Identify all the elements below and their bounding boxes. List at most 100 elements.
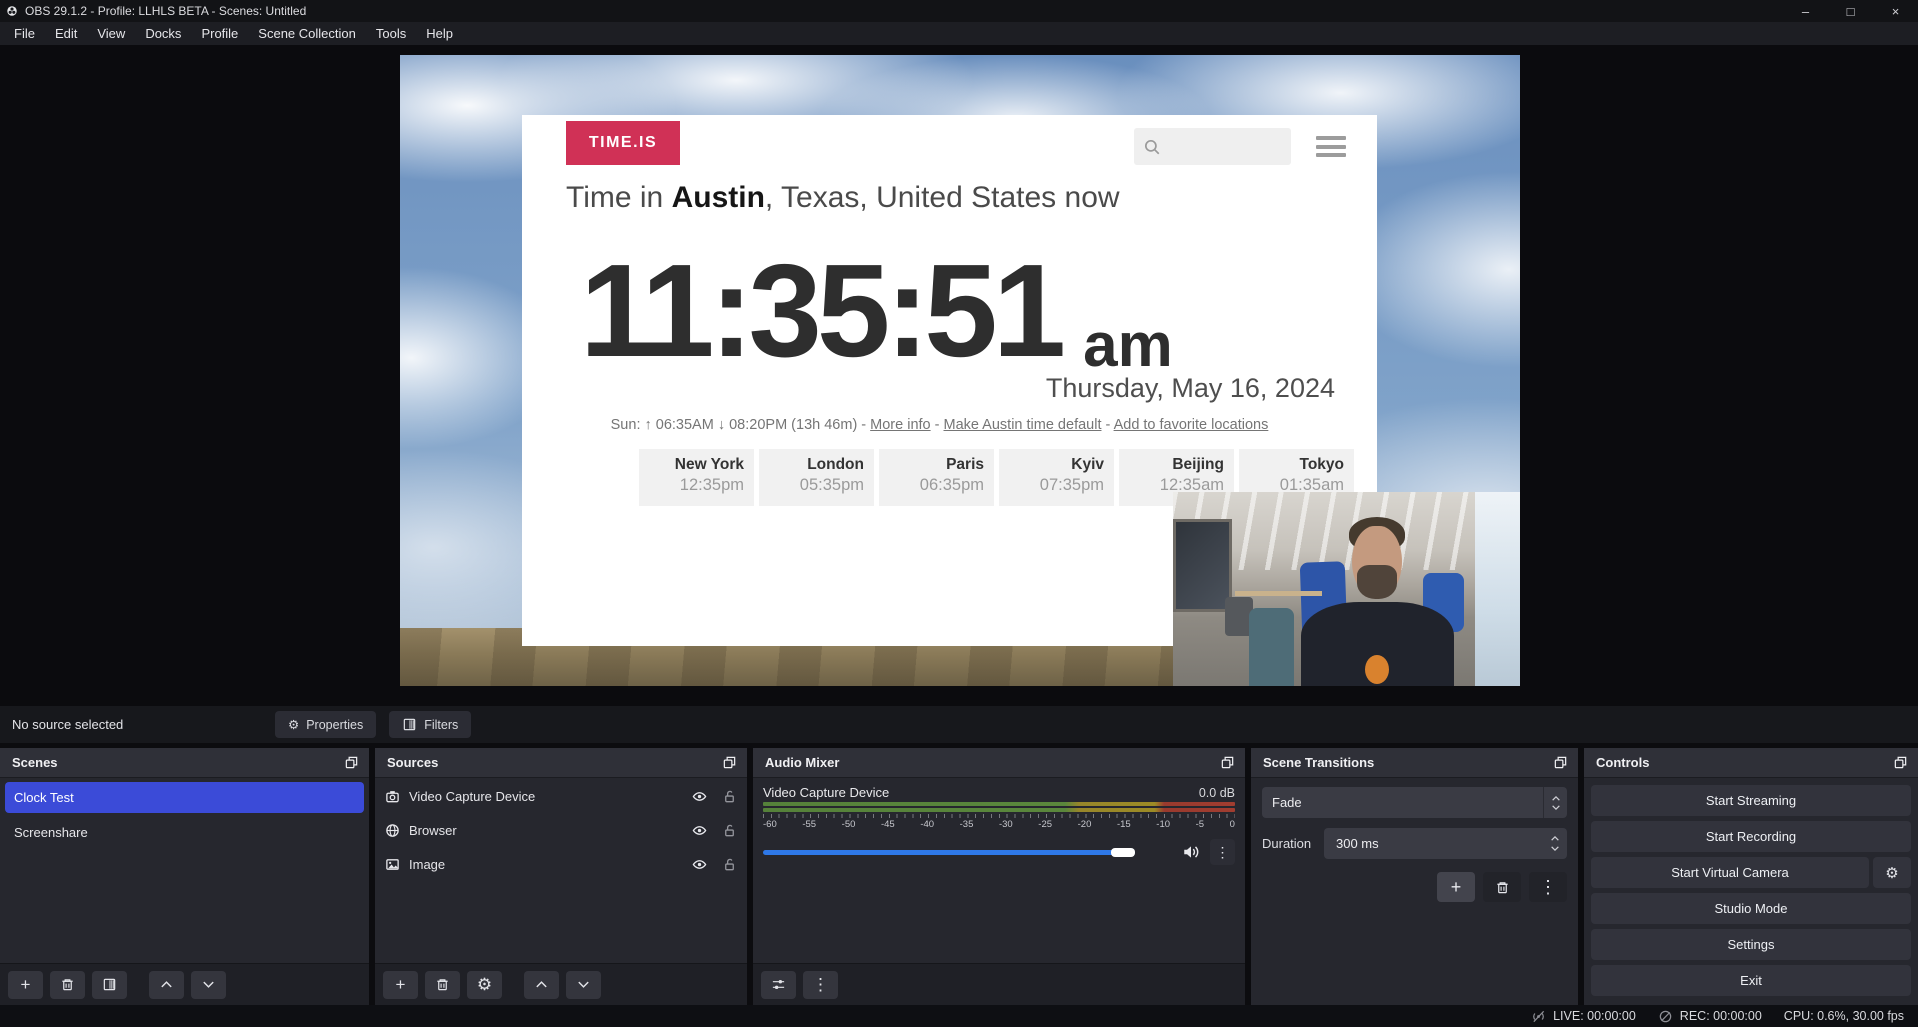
tick-label: -25 (1038, 819, 1052, 830)
duration-spinner[interactable] (1550, 835, 1567, 852)
spin-down-icon (1551, 804, 1561, 811)
webcam-person (1298, 515, 1458, 686)
window-controls: – □ × (1783, 0, 1918, 22)
virtual-camera-config-button[interactable]: ⚙ (1873, 857, 1911, 888)
source-label: Browser (409, 823, 457, 838)
studio-mode-button[interactable]: Studio Mode (1591, 893, 1911, 924)
webcam-overlay[interactable] (1173, 492, 1520, 686)
start-recording-button[interactable]: Start Recording (1591, 821, 1911, 852)
settings-button[interactable]: Settings (1591, 929, 1911, 960)
add-favorite-link[interactable]: Add to favorite locations (1114, 417, 1269, 433)
preview-canvas[interactable]: TIME.IS Time in Austin, Texas, United St… (400, 55, 1520, 686)
maximize-button[interactable]: □ (1828, 0, 1873, 22)
timeis-logo[interactable]: TIME.IS (566, 121, 680, 165)
select-spinner[interactable] (1543, 787, 1567, 818)
add-scene-button[interactable]: + (8, 971, 43, 999)
menu-tools[interactable]: Tools (366, 22, 416, 45)
close-button[interactable]: × (1873, 0, 1918, 22)
audio-mixer-header: Audio Mixer (753, 748, 1245, 778)
move-source-down-button[interactable] (566, 971, 601, 999)
menu-help[interactable]: Help (416, 22, 463, 45)
rec-status: REC: 00:00:00 (1658, 1009, 1762, 1024)
source-item-browser[interactable]: Browser (375, 815, 747, 846)
minimize-button[interactable]: – (1783, 0, 1828, 22)
advanced-audio-button[interactable] (761, 971, 796, 999)
source-properties-button[interactable]: ⚙ (467, 971, 502, 999)
lock-icon[interactable] (722, 857, 737, 872)
move-scene-up-button[interactable] (149, 971, 184, 999)
sources-header: Sources (375, 748, 747, 778)
menu-file[interactable]: File (4, 22, 45, 45)
filters-label: Filters (424, 718, 458, 732)
visibility-eye-icon[interactable] (692, 789, 707, 804)
popout-icon[interactable] (344, 755, 359, 770)
tick-label: -20 (1078, 819, 1092, 830)
city-card-london[interactable]: London 05:35pm (759, 449, 874, 506)
duration-spinbox[interactable]: 300 ms (1324, 828, 1567, 859)
mixer-options-button[interactable]: ⋮ (1210, 839, 1235, 865)
controls-title: Controls (1596, 755, 1649, 770)
obs-window: OBS 29.1.2 - Profile: LLHLS BETA - Scene… (0, 0, 1918, 1027)
add-source-button[interactable]: + (383, 971, 418, 999)
more-info-link[interactable]: More info (870, 417, 930, 433)
visibility-eye-icon[interactable] (692, 823, 707, 838)
start-streaming-button[interactable]: Start Streaming (1591, 785, 1911, 816)
speaker-icon[interactable] (1182, 843, 1200, 861)
meter-tick-marks (763, 814, 1235, 818)
visibility-eye-icon[interactable] (692, 857, 707, 872)
lock-icon[interactable] (722, 823, 737, 838)
source-item-video-capture[interactable]: Video Capture Device (375, 781, 747, 812)
menu-docks[interactable]: Docks (135, 22, 191, 45)
move-scene-down-button[interactable] (191, 971, 226, 999)
popout-icon[interactable] (722, 755, 737, 770)
sun-times: Sun: ↑ 06:35AM ↓ 08:20PM (13h 46m) - (611, 417, 871, 433)
sources-list: Video Capture Device Browser (375, 778, 747, 963)
popout-icon[interactable] (1893, 755, 1908, 770)
lock-icon[interactable] (722, 789, 737, 804)
hamburger-menu-icon[interactable] (1316, 136, 1346, 157)
volume-meter: -60 -55 -50 -45 -40 -35 -30 -25 -20 -15 … (763, 802, 1235, 830)
menu-scene-collection[interactable]: Scene Collection (248, 22, 366, 45)
mixer-menu-button[interactable]: ⋮ (803, 971, 838, 999)
exit-button[interactable]: Exit (1591, 965, 1911, 996)
make-default-link[interactable]: Make Austin time default (944, 417, 1102, 433)
volume-slider-handle[interactable] (1111, 848, 1135, 857)
transition-select[interactable]: Fade (1262, 787, 1567, 818)
tick-label: -50 (842, 819, 856, 830)
heading-suffix: , Texas, United States now (765, 181, 1120, 214)
menu-edit[interactable]: Edit (45, 22, 87, 45)
remove-scene-button[interactable] (50, 971, 85, 999)
audio-mixer-panel: Audio Mixer Video Capture Device 0.0 dB … (753, 748, 1245, 1005)
remove-source-button[interactable] (425, 971, 460, 999)
transitions-header: Scene Transitions (1251, 748, 1578, 778)
properties-button[interactable]: ⚙ Properties (275, 711, 376, 738)
trash-icon (435, 977, 450, 992)
scene-filters-button[interactable] (92, 971, 127, 999)
menu-view[interactable]: View (87, 22, 135, 45)
scene-item-clock-test[interactable]: Clock Test (5, 782, 364, 813)
source-item-image[interactable]: Image (375, 849, 747, 880)
scene-transitions-panel: Scene Transitions Fade Duration (1251, 748, 1578, 1005)
mixer-level-db: 0.0 dB (1199, 786, 1235, 800)
filters-button[interactable]: Filters (389, 711, 471, 738)
popout-icon[interactable] (1220, 755, 1235, 770)
city-name: Beijing (1119, 456, 1224, 474)
transition-options-button[interactable]: ⋮ (1529, 872, 1567, 902)
scene-item-screenshare[interactable]: Screenshare (5, 817, 364, 848)
remove-transition-button[interactable] (1483, 872, 1521, 902)
audio-mixer-body: Video Capture Device 0.0 dB -60 -55 -50 … (753, 778, 1245, 963)
search-box[interactable] (1134, 128, 1291, 165)
link-separator: - (1101, 417, 1113, 433)
popout-icon[interactable] (1553, 755, 1568, 770)
meter-bar (763, 802, 1235, 806)
chevron-down-icon (201, 977, 216, 992)
move-source-up-button[interactable] (524, 971, 559, 999)
sources-toolbar: + ⚙ (375, 963, 747, 1005)
city-card-new-york[interactable]: New York 12:35pm (639, 449, 754, 506)
city-card-kyiv[interactable]: Kyiv 07:35pm (999, 449, 1114, 506)
add-transition-button[interactable]: + (1437, 872, 1475, 902)
start-virtual-camera-button[interactable]: Start Virtual Camera (1591, 857, 1869, 888)
menu-profile[interactable]: Profile (191, 22, 248, 45)
city-card-paris[interactable]: Paris 06:35pm (879, 449, 994, 506)
volume-slider[interactable] (763, 848, 1172, 857)
